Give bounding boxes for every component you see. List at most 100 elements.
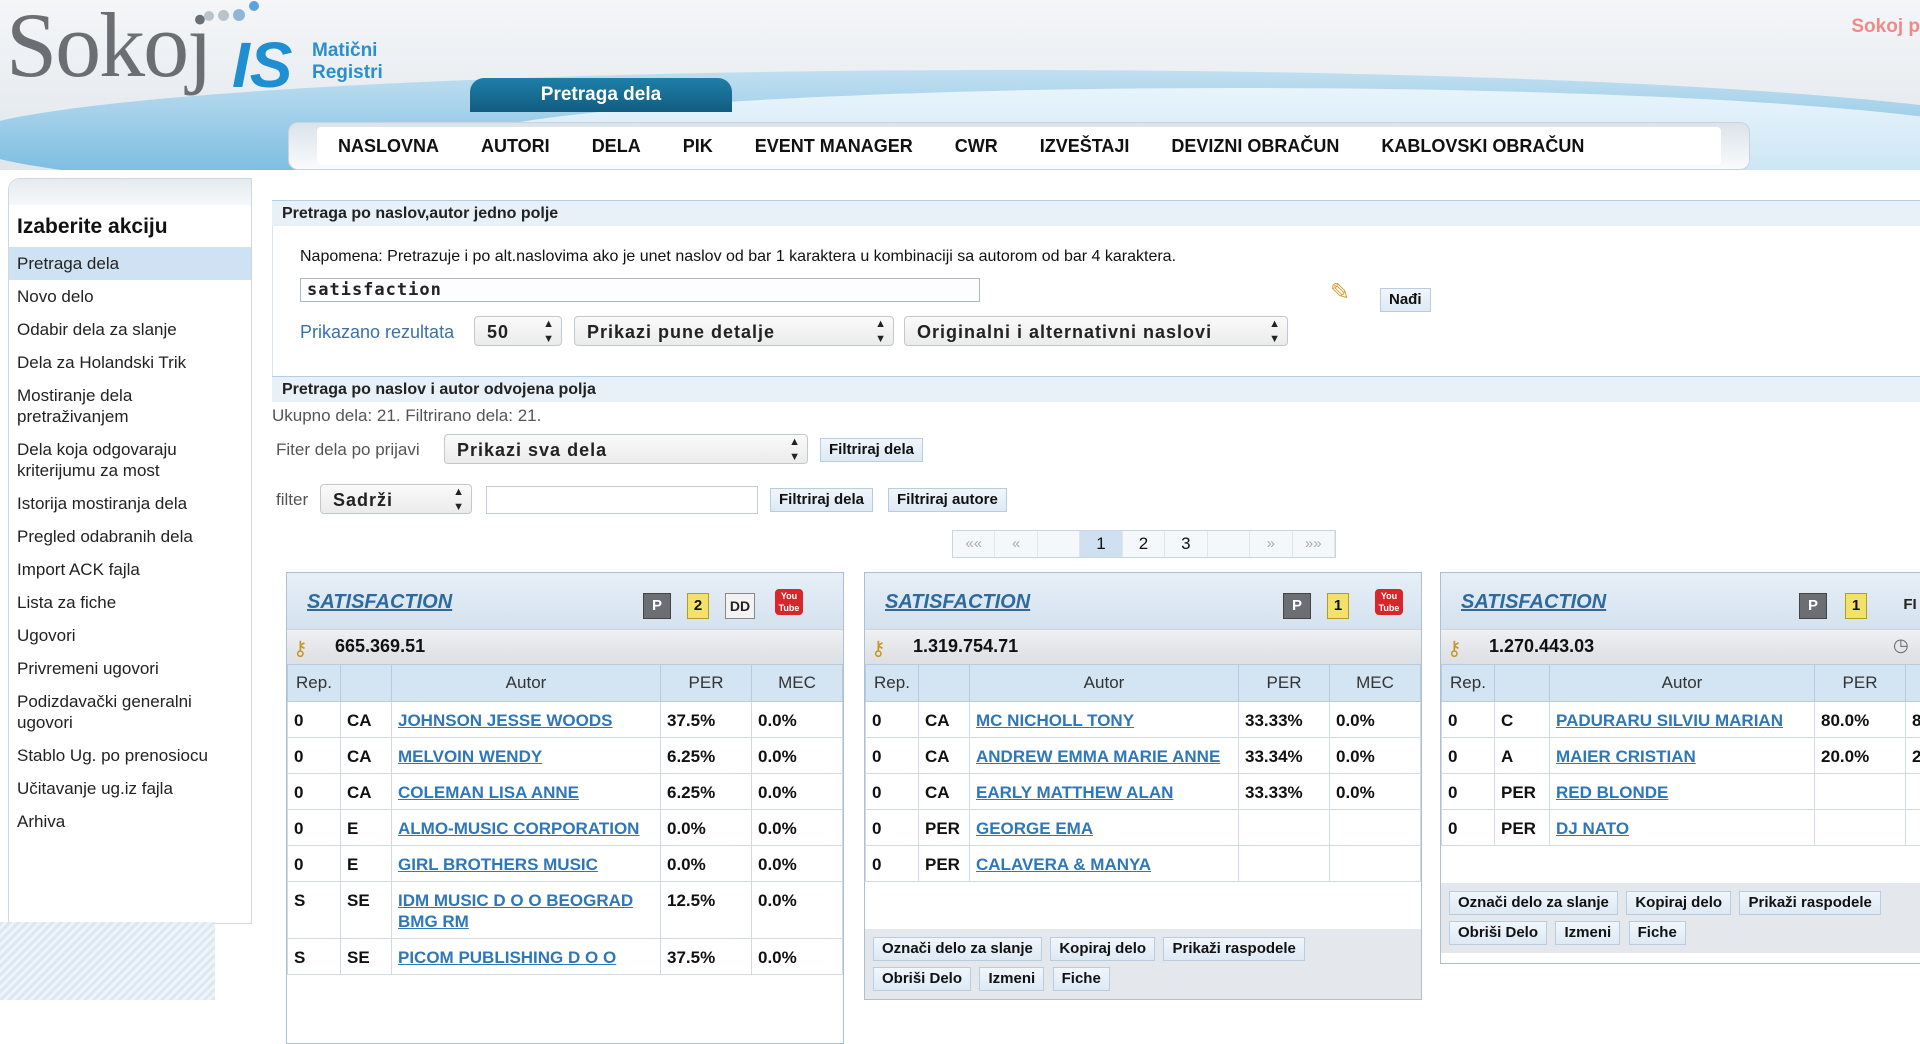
author-link[interactable]: DJ NATO	[1556, 819, 1629, 838]
nav-izvestaji[interactable]: IZVEŠTAJI	[1019, 136, 1151, 157]
p-icon[interactable]: P	[1799, 593, 1827, 619]
broom-icon[interactable]: ✎	[1330, 278, 1350, 307]
pager-first[interactable]: ««	[953, 531, 995, 557]
sidebar-item-pregled[interactable]: Pregled odabranih dela	[9, 520, 251, 553]
fi-icon[interactable]: FI	[1895, 593, 1920, 617]
dd-icon[interactable]: DD	[725, 593, 755, 619]
value-row: ⚷ 1.319.754.71	[865, 629, 1421, 664]
work-title-link[interactable]: SATISFACTION	[885, 591, 1030, 614]
nav-kablovski-obracun[interactable]: KABLOVSKI OBRAČUN	[1360, 136, 1605, 157]
sidebar-item-privremeni-ugovori[interactable]: Privremeni ugovori	[9, 652, 251, 685]
p-icon[interactable]: P	[1283, 593, 1311, 619]
filter-works-button[interactable]: Filtriraj dela	[770, 488, 873, 512]
pager-page-1[interactable]: 1	[1080, 531, 1122, 557]
author-link[interactable]: JOHNSON JESSE WOODS	[398, 711, 612, 730]
sidebar-item-ucitavanje[interactable]: Učitavanje ug.iz fajla	[9, 772, 251, 805]
author-link[interactable]: MELVOIN WENDY	[398, 747, 542, 766]
filter-prijavi-button[interactable]: Filtriraj dela	[820, 438, 923, 462]
sidebar-item-istorija[interactable]: Istorija mostiranja dela	[9, 487, 251, 520]
fiche-button[interactable]: Fiche	[1053, 967, 1110, 991]
fiche-button[interactable]: Fiche	[1629, 921, 1686, 945]
cell-role: PER	[1495, 810, 1550, 846]
edit-button[interactable]: Izmeni	[979, 967, 1044, 991]
sidebar-item-mostiranje[interactable]: Mostiranje dela pretraživanjem	[9, 379, 251, 433]
count-badge-icon[interactable]: 1	[1845, 593, 1867, 619]
detail-select[interactable]: Prikazi pune detalje▲▼	[574, 316, 894, 346]
work-title-link[interactable]: SATISFACTION	[307, 591, 452, 614]
sidebar-item-holandski-trik[interactable]: Dela za Holandski Trik	[9, 346, 251, 379]
edit-button[interactable]: Izmeni	[1555, 921, 1620, 945]
author-link[interactable]: COLEMAN LISA ANNE	[398, 783, 579, 802]
nav-autori[interactable]: AUTORI	[460, 136, 571, 157]
sidebar-item-novo-delo[interactable]: Novo delo	[9, 280, 251, 313]
copy-work-button[interactable]: Kopiraj delo	[1626, 891, 1731, 915]
sidebar-item-podizdavacki[interactable]: Podizdavački generalni ugovori	[9, 685, 251, 739]
cell-per: 0.0%	[661, 810, 752, 846]
sidebar-item-fiche[interactable]: Lista za fiche	[9, 586, 251, 619]
cell-autor: GIRL BROTHERS MUSIC	[392, 846, 661, 882]
pager-next[interactable]: »	[1250, 531, 1292, 557]
tab-pretraga-dela[interactable]: Pretraga dela	[470, 78, 732, 112]
titles-select[interactable]: Originalni i alternativni naslovi▲▼	[904, 316, 1288, 346]
author-link[interactable]: GIRL BROTHERS MUSIC	[398, 855, 598, 874]
author-link[interactable]: MAIER CRISTIAN	[1556, 747, 1696, 766]
nav-event-manager[interactable]: EVENT MANAGER	[734, 136, 934, 157]
nav-pik[interactable]: PIK	[662, 136, 734, 157]
sidebar-item-import-ack[interactable]: Import ACK fajla	[9, 553, 251, 586]
show-distributions-button[interactable]: Prikaži raspodele	[1163, 937, 1304, 961]
nav-devizni-obracun[interactable]: DEVIZNI OBRAČUN	[1150, 136, 1360, 157]
work-card: SATISFACTION P 1 FI ⚷ 1.270.443.03 ◷ Rep…	[1440, 572, 1920, 964]
author-link[interactable]: MC NICHOLL TONY	[976, 711, 1134, 730]
author-link[interactable]: RED BLONDE	[1556, 783, 1668, 802]
cell-autor: EARLY MATTHEW ALAN	[970, 774, 1239, 810]
results-count-select[interactable]: 50▲▼	[474, 316, 562, 346]
cell-rep: S	[288, 939, 341, 975]
author-link[interactable]: ANDREW EMMA MARIE ANNE	[976, 747, 1220, 766]
sidebar-item-ugovori[interactable]: Ugovori	[9, 619, 251, 652]
table-row: 0PERRED BLONDE	[1442, 774, 1920, 810]
table-row: SSEPICOM PUBLISHING D O O37.5%0.0%	[288, 939, 843, 975]
filter-authors-button[interactable]: Filtriraj autore	[888, 488, 1007, 512]
mark-for-sending-button[interactable]: Označi delo za slanje	[1449, 891, 1618, 915]
youtube-icon[interactable]: You Tube	[1375, 589, 1403, 615]
card-header: SATISFACTION P 1 FI	[1441, 573, 1920, 629]
pager-prev[interactable]: «	[995, 531, 1037, 557]
search-input[interactable]: satisfaction	[300, 278, 980, 302]
delete-work-button[interactable]: Obriši Delo	[1449, 921, 1547, 945]
nav-naslovna[interactable]: NASLOVNA	[317, 136, 460, 157]
author-link[interactable]: PICOM PUBLISHING D O O	[398, 948, 616, 967]
filter-input[interactable]	[486, 486, 758, 514]
copy-work-button[interactable]: Kopiraj delo	[1050, 937, 1155, 961]
p-icon[interactable]: P	[643, 593, 671, 619]
filter-prijavi-value: Prikazi sva dela	[457, 440, 607, 460]
author-link[interactable]: CALAVERA & MANYA	[976, 855, 1151, 874]
author-link[interactable]: GEORGE EMA	[976, 819, 1093, 838]
mark-for-sending-button[interactable]: Označi delo za slanje	[873, 937, 1042, 961]
work-title-link[interactable]: SATISFACTION	[1461, 591, 1606, 614]
youtube-icon[interactable]: You Tube	[775, 589, 803, 615]
sidebar-item-arhiva[interactable]: Arhiva	[9, 805, 251, 838]
sidebar-item-pretraga-dela[interactable]: Pretraga dela	[9, 247, 251, 280]
show-distributions-button[interactable]: Prikaži raspodele	[1739, 891, 1880, 915]
nav-cwr[interactable]: CWR	[934, 136, 1019, 157]
section-title-separate: Pretraga po naslov i autor odvojena polj…	[272, 376, 1920, 402]
author-link[interactable]: EARLY MATTHEW ALAN	[976, 783, 1173, 802]
delete-work-button[interactable]: Obriši Delo	[873, 967, 971, 991]
author-link[interactable]: ALMO-MUSIC CORPORATION	[398, 819, 639, 838]
sidebar-item-kriterijum-most[interactable]: Dela koja odgovaraju kriterijumu za most	[9, 433, 251, 487]
sidebar-item-stablo[interactable]: Stablo Ug. po prenosiocu	[9, 739, 251, 772]
find-button[interactable]: Nađi	[1380, 288, 1431, 312]
filter-prijavi-select[interactable]: Prikazi sva dela▲▼	[444, 434, 808, 464]
sidebar-item-odabir-dela[interactable]: Odabir dela za slanje	[9, 313, 251, 346]
pager-last[interactable]: »»	[1293, 531, 1335, 557]
count-badge-icon[interactable]: 1	[1327, 593, 1349, 619]
pager-page-3[interactable]: 3	[1165, 531, 1207, 557]
pager-page-2[interactable]: 2	[1123, 531, 1165, 557]
pager: «« « 1 2 3 » »»	[952, 530, 1336, 558]
count-badge-icon[interactable]: 2	[687, 593, 709, 619]
nav-dela[interactable]: DELA	[571, 136, 662, 157]
author-link[interactable]: IDM MUSIC D O O BEOGRAD BMG RM	[398, 891, 633, 931]
clock-icon[interactable]: ◷	[1893, 635, 1909, 656]
author-link[interactable]: PADURARU SILVIU MARIAN	[1556, 711, 1783, 730]
filter-mode-select[interactable]: Sadrži▲▼	[320, 484, 472, 514]
